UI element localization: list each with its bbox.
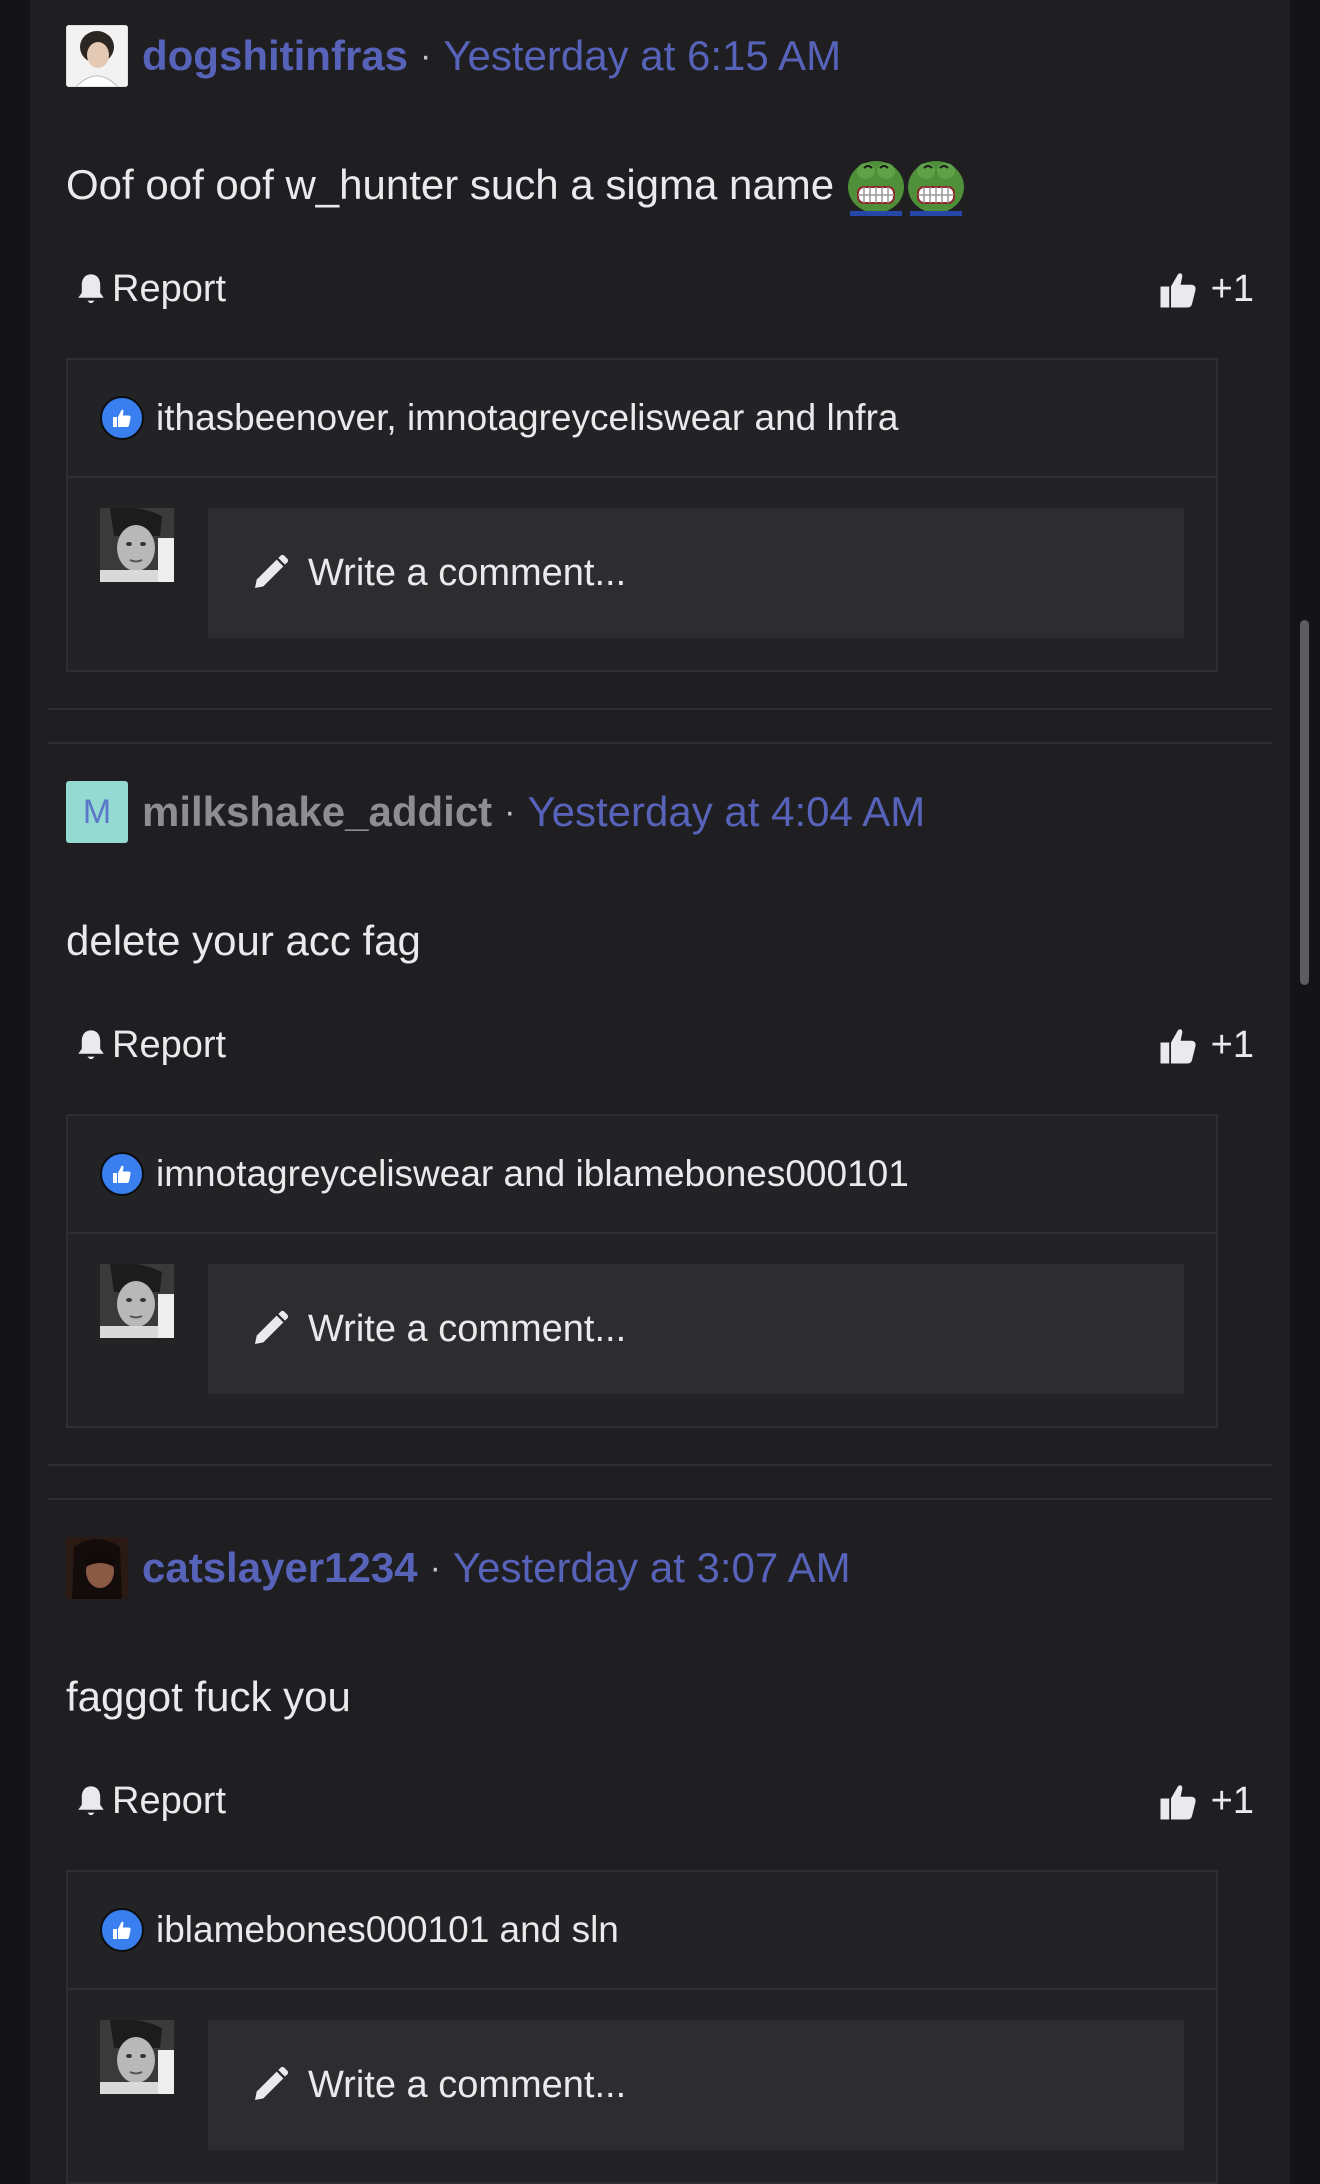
current-user-avatar xyxy=(100,508,174,582)
timestamp-link[interactable]: Yesterday at 4:04 AM xyxy=(528,788,926,836)
comment-input[interactable]: Write a comment... xyxy=(208,2020,1184,2150)
pencil-icon xyxy=(255,1310,289,1344)
username-link[interactable]: dogshitinfras xyxy=(142,32,408,80)
likers-list[interactable]: iblamebones000101 and sln xyxy=(156,1909,619,1951)
likes-summary[interactable]: ithasbeenover, imnotagreyceliswear and l… xyxy=(68,360,1216,478)
post-divider xyxy=(48,742,1272,744)
report-button[interactable]: Report xyxy=(74,1024,226,1067)
like-count: +1 xyxy=(1210,1780,1254,1822)
separator: · xyxy=(429,1548,441,1587)
like-badge-icon xyxy=(100,1152,144,1196)
scrollbar-thumb[interactable] xyxy=(1300,620,1309,985)
current-user-avatar xyxy=(100,2020,174,2094)
likes-and-comments-box: imnotagreyceliswear and iblamebones00010… xyxy=(66,1114,1218,1428)
post-header: dogshitinfras · Yesterday at 6:15 AM xyxy=(66,24,841,88)
comment-placeholder: Write a comment... xyxy=(308,1307,627,1350)
report-button[interactable]: Report xyxy=(74,1780,226,1823)
laughing-frog-emoji xyxy=(846,153,966,217)
report-label: Report xyxy=(112,1780,227,1822)
avatar[interactable] xyxy=(66,25,128,87)
bell-icon xyxy=(78,1029,104,1059)
like-badge-icon xyxy=(100,396,144,440)
pencil-icon xyxy=(255,2066,289,2100)
avatar-letter: M xyxy=(66,781,128,843)
post-divider xyxy=(48,708,1272,710)
thumbs-up-icon xyxy=(1160,1784,1196,1819)
likes-and-comments-box: ithasbeenover, imnotagreyceliswear and l… xyxy=(66,358,1218,672)
current-user-avatar xyxy=(100,1264,174,1338)
likes-and-comments-box: iblamebones000101 and sln Write a commen… xyxy=(66,1870,1218,2184)
likers-list[interactable]: imnotagreyceliswear and iblamebones00010… xyxy=(156,1153,909,1195)
comment-input[interactable]: Write a comment... xyxy=(208,1264,1184,1394)
bell-icon xyxy=(78,273,104,303)
comment-placeholder: Write a comment... xyxy=(308,551,627,594)
comment-placeholder: Write a comment... xyxy=(308,2063,627,2106)
like-button[interactable]: +1 xyxy=(1157,268,1254,311)
post-body: Oof oof oof w_hunter such a sigma name xyxy=(66,150,966,220)
post-body: faggot fuck you xyxy=(66,1662,351,1732)
comment-feed: dogshitinfras · Yesterday at 6:15 AM Oof… xyxy=(30,0,1290,2184)
avatar[interactable] xyxy=(66,1537,128,1599)
page: dogshitinfras · Yesterday at 6:15 AM Oof… xyxy=(0,0,1320,2184)
username-link[interactable]: milkshake_addict xyxy=(142,788,492,836)
report-label: Report xyxy=(112,268,227,310)
post-divider xyxy=(48,1498,1272,1500)
bell-icon xyxy=(78,1785,104,1815)
post-text: delete your acc fag xyxy=(66,917,421,964)
thumbs-up-icon xyxy=(1160,1028,1196,1063)
like-button[interactable]: +1 xyxy=(1157,1024,1254,1067)
post-divider xyxy=(48,1464,1272,1466)
report-label: Report xyxy=(112,1024,227,1066)
timestamp-link[interactable]: Yesterday at 6:15 AM xyxy=(443,32,841,80)
post-body: delete your acc fag xyxy=(66,906,421,976)
thumbs-up-icon xyxy=(1160,272,1196,307)
likes-summary[interactable]: imnotagreyceliswear and iblamebones00010… xyxy=(68,1116,1216,1234)
comment-input[interactable]: Write a comment... xyxy=(208,508,1184,638)
like-button[interactable]: +1 xyxy=(1157,1780,1254,1823)
like-count: +1 xyxy=(1210,268,1254,310)
like-badge-icon xyxy=(100,1908,144,1952)
post-header: M milkshake_addict · Yesterday at 4:04 A… xyxy=(66,780,925,844)
left-gutter xyxy=(0,0,30,2184)
likers-list[interactable]: ithasbeenover, imnotagreyceliswear and l… xyxy=(156,397,898,439)
separator: · xyxy=(420,36,432,75)
username-link[interactable]: catslayer1234 xyxy=(142,1544,418,1592)
right-gutter xyxy=(1290,0,1320,2184)
report-button[interactable]: Report xyxy=(74,268,226,311)
separator: · xyxy=(504,792,516,831)
avatar[interactable]: M xyxy=(66,781,128,843)
post-header: catslayer1234 · Yesterday at 3:07 AM xyxy=(66,1536,851,1600)
post-text: faggot fuck you xyxy=(66,1673,351,1720)
pencil-icon xyxy=(255,554,289,588)
post-text: Oof oof oof w_hunter such a sigma name xyxy=(66,161,835,208)
likes-summary[interactable]: iblamebones000101 and sln xyxy=(68,1872,1216,1990)
timestamp-link[interactable]: Yesterday at 3:07 AM xyxy=(453,1544,851,1592)
like-count: +1 xyxy=(1210,1024,1254,1066)
